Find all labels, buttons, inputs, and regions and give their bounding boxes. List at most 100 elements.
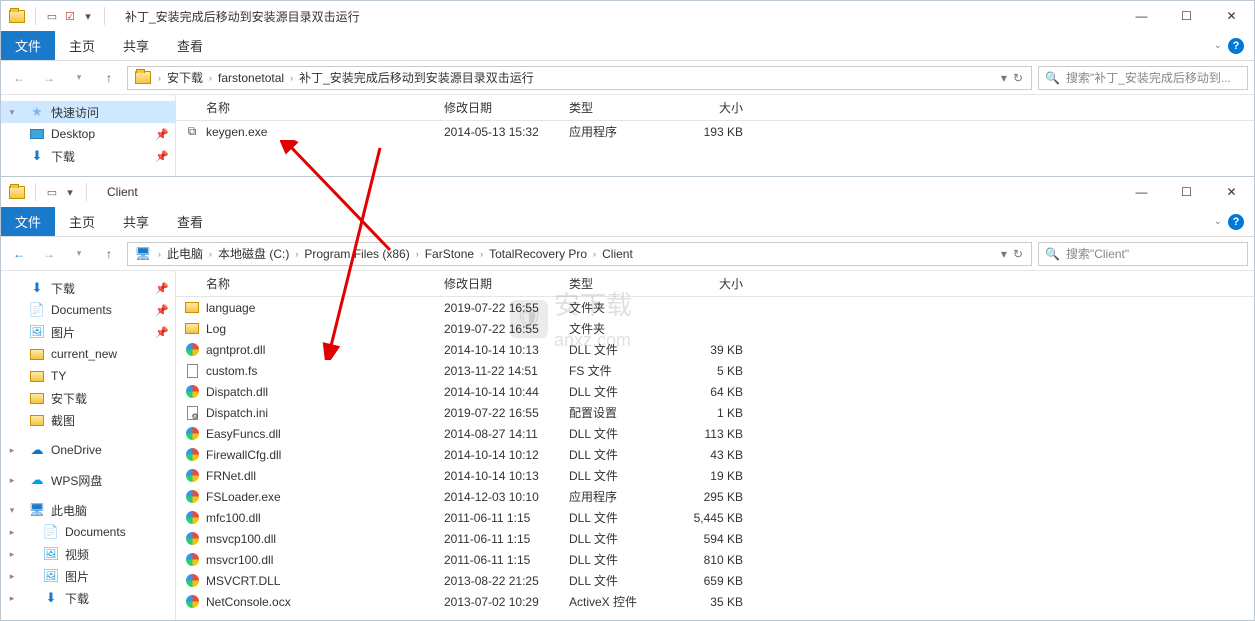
sidebar-item[interactable]: ▸⬇下载📌 (1, 145, 175, 167)
breadcrumb-seg[interactable]: farstonetotal (216, 71, 286, 85)
breadcrumb-seg[interactable]: FarStone (423, 247, 476, 261)
col-type[interactable]: 类型 (561, 99, 671, 116)
refresh-icon[interactable]: ↻ (1013, 71, 1023, 85)
breadcrumb-seg[interactable]: 本地磁盘 (C:) (216, 245, 291, 262)
chevron-icon[interactable]: › (205, 73, 216, 83)
column-headers[interactable]: 名称 修改日期 类型 大小 (176, 95, 1254, 121)
pin-icon[interactable]: 📌 (155, 150, 169, 163)
search-input[interactable] (1066, 71, 1241, 85)
file-row[interactable]: ⧉keygen.exe2014-05-13 15:32应用程序193 KB (176, 121, 1254, 142)
sidebar-item[interactable]: ▸🖼图片 (1, 565, 175, 587)
sidebar-item[interactable]: ▸Desktop📌 (1, 123, 175, 145)
tree-caret-icon[interactable]: ▸ (7, 571, 17, 582)
chevron-icon[interactable]: › (476, 249, 487, 259)
nav-up-button[interactable]: ↑ (97, 66, 121, 90)
maximize-button[interactable]: ☐ (1164, 178, 1209, 206)
close-button[interactable]: ✕ (1209, 2, 1254, 30)
search-box[interactable]: 🔍 (1038, 66, 1248, 90)
file-row[interactable]: MSVCRT.DLL2013-08-22 21:25DLL 文件659 KB (176, 570, 1254, 591)
nav-sidebar[interactable]: ▸⬇下载📌▸📄Documents📌▸🖼图片📌▸current_new▸TY▸安下… (1, 271, 176, 620)
tree-caret-icon[interactable]: ▾ (7, 107, 17, 118)
breadcrumb-seg[interactable]: Client (600, 247, 635, 261)
col-name[interactable]: 名称 (176, 99, 436, 116)
sidebar-item[interactable]: ▸TY (1, 365, 175, 387)
file-row[interactable]: msvcr100.dll2011-06-11 1:15DLL 文件810 KB (176, 549, 1254, 570)
breadcrumb[interactable]: 🖥 › 此电脑 › 本地磁盘 (C:) › Program Files (x86… (127, 242, 1032, 266)
breadcrumb-seg[interactable]: 补丁_安装完成后移动到安装源目录双击运行 (297, 69, 536, 86)
sidebar-item[interactable]: ▾🖥此电脑 (1, 499, 175, 521)
breadcrumb-seg[interactable]: TotalRecovery Pro (487, 247, 589, 261)
sidebar-item[interactable]: ▸⬇下载 (1, 587, 175, 609)
tree-caret-icon[interactable]: ▸ (7, 445, 17, 456)
file-row[interactable]: Log2019-07-22 16:55文件夹 (176, 318, 1254, 339)
titlebar[interactable]: ▭ ▾ Client — ☐ ✕ (1, 177, 1254, 207)
minimize-button[interactable]: — (1119, 178, 1164, 206)
pin-icon[interactable]: 📌 (155, 326, 169, 339)
tree-caret-icon[interactable]: ▸ (7, 593, 17, 604)
col-type[interactable]: 类型 (561, 275, 671, 292)
sidebar-item[interactable]: ▸安下载 (1, 387, 175, 409)
column-headers[interactable]: 名称 修改日期 类型 大小 (176, 271, 1254, 297)
file-row[interactable]: FSLoader.exe2014-12-03 10:10应用程序295 KB (176, 486, 1254, 507)
file-row[interactable]: Dispatch.ini2019-07-22 16:55配置设置1 KB (176, 402, 1254, 423)
ribbon-tab-view[interactable]: 查看 (163, 31, 217, 60)
file-row[interactable]: FRNet.dll2014-10-14 10:13DLL 文件19 KB (176, 465, 1254, 486)
col-name[interactable]: 名称 (176, 275, 436, 292)
breadcrumb-seg[interactable]: 安下载 (165, 69, 205, 86)
breadcrumb-dropdown-icon[interactable]: ▾ (1001, 71, 1007, 85)
nav-history-button[interactable]: ▾ (67, 242, 91, 266)
search-input[interactable] (1066, 247, 1241, 261)
qat-dropdown-icon[interactable]: ▾ (82, 10, 94, 22)
ribbon-expand-icon[interactable]: ⌄ (1214, 40, 1222, 51)
pin-icon[interactable]: 📌 (155, 282, 169, 295)
pin-icon[interactable]: 📌 (155, 304, 169, 317)
file-row[interactable]: NetConsole.ocx2013-07-02 10:29ActiveX 控件… (176, 591, 1254, 612)
breadcrumb[interactable]: › 安下载 › farstonetotal › 补丁_安装完成后移动到安装源目录… (127, 66, 1032, 90)
tree-caret-icon[interactable]: ▾ (7, 505, 17, 516)
col-date[interactable]: 修改日期 (436, 275, 561, 292)
breadcrumb-dropdown-icon[interactable]: ▾ (1001, 247, 1007, 261)
file-row[interactable]: FirewallCfg.dll2014-10-14 10:12DLL 文件43 … (176, 444, 1254, 465)
tree-caret-icon[interactable]: ▸ (7, 475, 17, 486)
chevron-icon[interactable]: › (154, 249, 165, 259)
qat-properties-icon[interactable]: ▭ (46, 186, 58, 198)
file-row[interactable]: msvcp100.dll2011-06-11 1:15DLL 文件594 KB (176, 528, 1254, 549)
sidebar-item[interactable]: ▸☁WPS网盘 (1, 469, 175, 491)
file-row[interactable]: custom.fs2013-11-22 14:51FS 文件5 KB (176, 360, 1254, 381)
ribbon-tab-home[interactable]: 主页 (55, 31, 109, 60)
qat-properties-icon[interactable]: ▭ (46, 10, 58, 22)
breadcrumb-seg[interactable]: 此电脑 (165, 245, 205, 262)
nav-back-button[interactable]: ← (7, 242, 31, 266)
sidebar-item[interactable]: ▸☁OneDrive (1, 439, 175, 461)
breadcrumb-seg[interactable]: Program Files (x86) (302, 247, 411, 261)
chevron-icon[interactable]: › (154, 73, 165, 83)
sidebar-item[interactable]: ▸📄Documents (1, 521, 175, 543)
ribbon-file-tab[interactable]: 文件 (1, 207, 55, 236)
chevron-icon[interactable]: › (286, 73, 297, 83)
pin-icon[interactable]: 📌 (155, 128, 169, 141)
sidebar-item[interactable]: ▸⬇下载📌 (1, 277, 175, 299)
sidebar-item[interactable]: ▸🖼视频 (1, 543, 175, 565)
qat-dropdown-icon[interactable]: ▾ (64, 186, 76, 198)
help-icon[interactable]: ? (1228, 214, 1244, 230)
tree-caret-icon[interactable]: ▸ (7, 549, 17, 560)
file-row[interactable]: mfc100.dll2011-06-11 1:15DLL 文件5,445 KB (176, 507, 1254, 528)
nav-forward-button[interactable]: → (37, 242, 61, 266)
col-date[interactable]: 修改日期 (436, 99, 561, 116)
sidebar-item[interactable]: ▸截图 (1, 409, 175, 431)
file-row[interactable]: Dispatch.dll2014-10-14 10:44DLL 文件64 KB (176, 381, 1254, 402)
ribbon-tab-share[interactable]: 共享 (109, 31, 163, 60)
ribbon-file-tab[interactable]: 文件 (1, 31, 55, 60)
chevron-icon[interactable]: › (205, 249, 216, 259)
close-button[interactable]: ✕ (1209, 178, 1254, 206)
tree-caret-icon[interactable]: ▸ (7, 527, 17, 538)
ribbon-tab-home[interactable]: 主页 (55, 207, 109, 236)
file-row[interactable]: EasyFuncs.dll2014-08-27 14:11DLL 文件113 K… (176, 423, 1254, 444)
titlebar[interactable]: ▭ ☑ ▾ 补丁_安装完成后移动到安装源目录双击运行 — ☐ ✕ (1, 1, 1254, 31)
chevron-icon[interactable]: › (589, 249, 600, 259)
file-row[interactable]: agntprot.dll2014-10-14 10:13DLL 文件39 KB (176, 339, 1254, 360)
qat-checkbox-icon[interactable]: ☑ (64, 10, 76, 22)
help-icon[interactable]: ? (1228, 38, 1244, 54)
nav-sidebar[interactable]: ▾★快速访问▸Desktop📌▸⬇下载📌 (1, 95, 176, 179)
sidebar-item[interactable]: ▸current_new (1, 343, 175, 365)
